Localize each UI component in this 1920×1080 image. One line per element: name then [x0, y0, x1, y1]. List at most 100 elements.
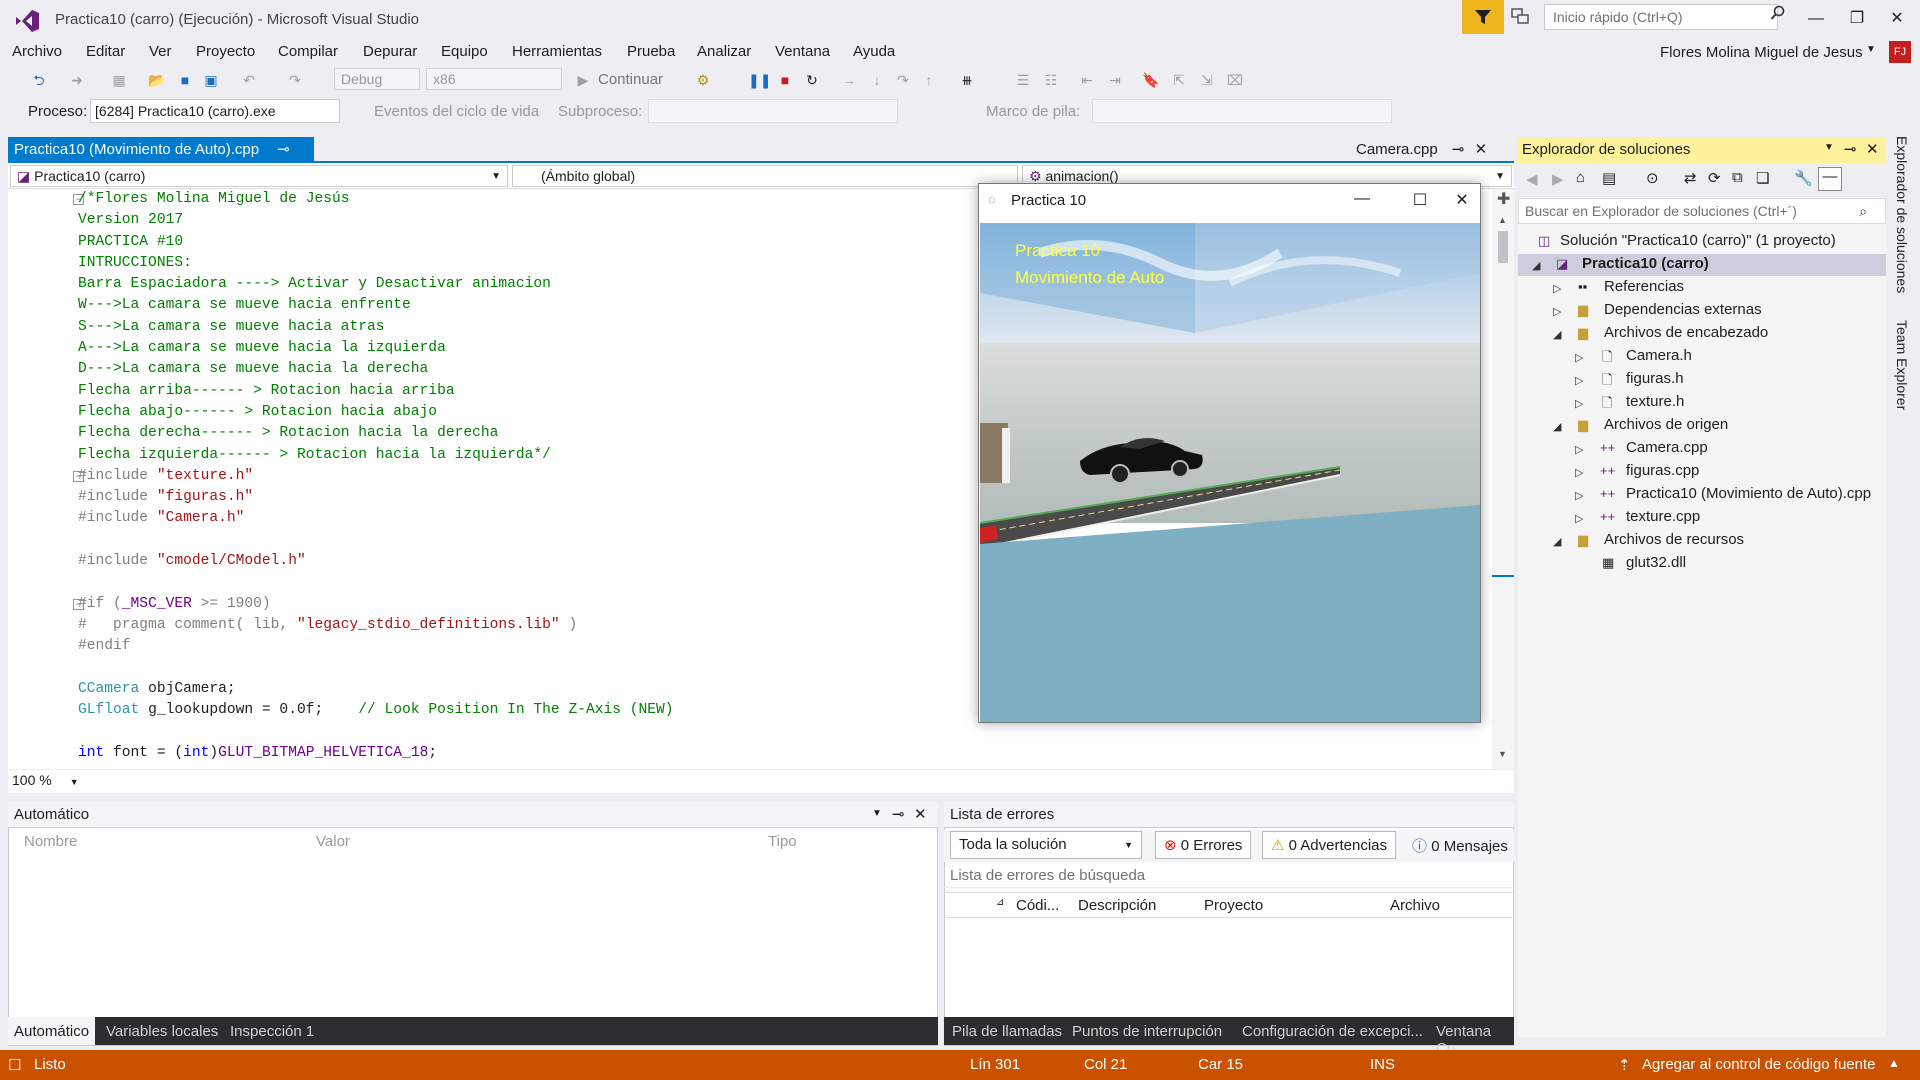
chevron-up-icon[interactable]: ▲: [1888, 1056, 1900, 1070]
menu-depurar[interactable]: Depurar: [363, 43, 417, 60]
column-file[interactable]: Archivo: [1390, 897, 1440, 914]
app-window-practica10[interactable]: ◌ Practica 10 — ☐ ✕ Practica 10 Movimien…: [978, 183, 1481, 723]
tree-texture-h[interactable]: texture.h: [1626, 393, 1684, 410]
tree-practica10-cpp[interactable]: Practica10 (Movimiento de Auto).cpp: [1626, 485, 1871, 502]
continue-icon[interactable]: ▶: [572, 70, 594, 90]
tree-figuras-h[interactable]: figuras.h: [1626, 370, 1684, 387]
source-control-icon[interactable]: ⇡: [1618, 1056, 1631, 1074]
collapsed-arrow-icon[interactable]: ▷: [1553, 282, 1561, 295]
avatar[interactable]: FJ: [1889, 41, 1911, 63]
global-scope-select[interactable]: (Ámbito global): [512, 165, 1018, 187]
feedback-filter-icon[interactable]: [1462, 0, 1504, 34]
thread-select[interactable]: [648, 99, 898, 123]
app-maximize-button[interactable]: ☐: [1405, 190, 1435, 210]
editor-scrollbar[interactable]: ✚ ▲ ▼: [1492, 189, 1514, 769]
filter-icon[interactable]: ⊿: [996, 897, 1004, 908]
notifications-icon[interactable]: [1510, 6, 1530, 31]
pin-icon[interactable]: ⊸: [277, 141, 290, 158]
tab-autos[interactable]: Automático: [8, 1017, 96, 1045]
app-minimize-button[interactable]: —: [1347, 190, 1377, 208]
comment-icon[interactable]: ☰: [1012, 70, 1034, 90]
app-close-button[interactable]: ✕: [1447, 190, 1477, 210]
sync-icon[interactable]: ⇄: [1684, 169, 1697, 187]
collapsed-arrow-icon[interactable]: ▷: [1575, 466, 1583, 479]
menu-compilar[interactable]: Compilar: [278, 43, 338, 60]
menu-ventana[interactable]: Ventana: [775, 43, 830, 60]
process-icon[interactable]: ⚙: [692, 70, 714, 90]
search-icon[interactable]: ⌕: [1859, 203, 1867, 220]
tab-watch1[interactable]: Inspección 1: [224, 1021, 320, 1043]
menu-herramientas[interactable]: Herramientas: [512, 43, 602, 60]
pin-icon[interactable]: ⊸: [892, 805, 905, 823]
column-value[interactable]: Valor: [316, 833, 350, 850]
scroll-thumb[interactable]: [1498, 231, 1508, 263]
close-icon[interactable]: ✕: [1475, 141, 1488, 158]
close-button[interactable]: ✕: [1880, 6, 1914, 32]
navigate-back-icon[interactable]: ⮌: [28, 70, 50, 90]
menu-proyecto[interactable]: Proyecto: [196, 43, 255, 60]
warnings-filter-button[interactable]: ⚠ 0 Advertencias: [1262, 831, 1397, 859]
refresh-icon[interactable]: ⟳: [1708, 169, 1721, 187]
lifecycle-events-button[interactable]: Eventos del ciclo de vida: [374, 103, 539, 120]
menu-equipo[interactable]: Equipo: [441, 43, 488, 60]
pin-icon[interactable]: ⊸: [1452, 141, 1465, 158]
tab-locals[interactable]: Variables locales: [100, 1021, 224, 1043]
continue-button[interactable]: Continuar: [598, 71, 663, 88]
minimize-button[interactable]: —: [1799, 6, 1833, 32]
hex-display-icon[interactable]: ⧻: [956, 70, 978, 90]
column-type[interactable]: Tipo: [768, 833, 797, 850]
expanded-arrow-icon[interactable]: ◢: [1553, 535, 1561, 548]
column-name[interactable]: Nombre: [24, 833, 77, 850]
bookmark-icon[interactable]: 🔖: [1140, 70, 1162, 90]
outdent-icon[interactable]: ⇤: [1076, 70, 1098, 90]
switch-views-icon[interactable]: ▤: [1602, 169, 1616, 187]
save-all-icon[interactable]: ▣: [200, 70, 222, 90]
menu-ver[interactable]: Ver: [149, 43, 172, 60]
restore-button[interactable]: ❐: [1840, 6, 1874, 32]
tree-texture-cpp[interactable]: texture.cpp: [1626, 508, 1700, 525]
pending-changes-icon[interactable]: ⊙: [1646, 169, 1659, 187]
step-over-icon[interactable]: ↷: [892, 70, 914, 90]
process-select[interactable]: [6284] Practica10 (carro).exe: [90, 99, 340, 123]
collapse-all-icon[interactable]: ⧉: [1732, 169, 1743, 186]
side-tab-team-explorer[interactable]: Team Explorer: [1894, 320, 1910, 410]
collapsed-arrow-icon[interactable]: ▷: [1553, 305, 1561, 318]
scroll-up-icon[interactable]: ▲: [1498, 215, 1507, 225]
user-name[interactable]: Flores Molina Miguel de Jesus: [1660, 44, 1863, 61]
previous-bookmark-icon[interactable]: ⇱: [1168, 70, 1190, 90]
tree-source-files[interactable]: Archivos de origen: [1604, 416, 1728, 433]
menu-archivo[interactable]: Archivo: [12, 43, 62, 60]
clear-bookmarks-icon[interactable]: ⌧: [1224, 70, 1246, 90]
step-into-icon[interactable]: ↓: [866, 70, 888, 90]
show-all-files-icon[interactable]: ❏: [1756, 169, 1769, 187]
close-icon[interactable]: ✕: [914, 805, 927, 823]
chevron-down-icon[interactable]: ▼: [872, 808, 882, 819]
project-scope-select[interactable]: ◪ Practica10 (carro) ▼: [10, 165, 508, 187]
menu-ayuda[interactable]: Ayuda: [853, 43, 895, 60]
column-description[interactable]: Descripción: [1078, 897, 1156, 914]
redo-icon[interactable]: ↷: [284, 70, 306, 90]
tab-practica10-cpp[interactable]: Practica10 (Movimiento de Auto).cpp ⊸ ✕: [8, 137, 314, 176]
tab-command-window[interactable]: Ventana Co: [1430, 1021, 1514, 1057]
menu-analizar[interactable]: Analizar: [697, 43, 751, 60]
tree-external-deps[interactable]: Dependencias externas: [1604, 301, 1762, 318]
tree-glut32-dll[interactable]: glut32.dll: [1626, 554, 1686, 571]
stop-icon[interactable]: ■: [774, 70, 796, 90]
tree-figuras-cpp[interactable]: figuras.cpp: [1626, 462, 1699, 479]
new-project-icon[interactable]: ▦: [108, 70, 130, 90]
step-out-icon[interactable]: ↑: [918, 70, 940, 90]
menu-editar[interactable]: Editar: [86, 43, 125, 60]
tab-call-stack[interactable]: Pila de llamadas: [946, 1021, 1068, 1043]
error-scope-select[interactable]: Toda la solución ▼: [950, 831, 1142, 859]
errors-filter-button[interactable]: ⊗ 0 Errores: [1155, 831, 1252, 859]
tree-project[interactable]: Practica10 (carro): [1582, 255, 1709, 272]
tab-breakpoints[interactable]: Puntos de interrupción: [1066, 1021, 1228, 1043]
tree-camera-cpp[interactable]: Camera.cpp: [1626, 439, 1708, 456]
scroll-down-icon[interactable]: ▼: [1498, 749, 1507, 759]
search-icon[interactable]: [1770, 5, 1786, 26]
menu-prueba[interactable]: Prueba: [627, 43, 675, 60]
error-search-input[interactable]: Lista de errores de búsqueda: [944, 864, 1514, 888]
tree-references[interactable]: Referencias: [1604, 278, 1684, 295]
chevron-down-icon[interactable]: ▼: [1824, 142, 1834, 153]
restart-icon[interactable]: ↻: [801, 70, 823, 90]
